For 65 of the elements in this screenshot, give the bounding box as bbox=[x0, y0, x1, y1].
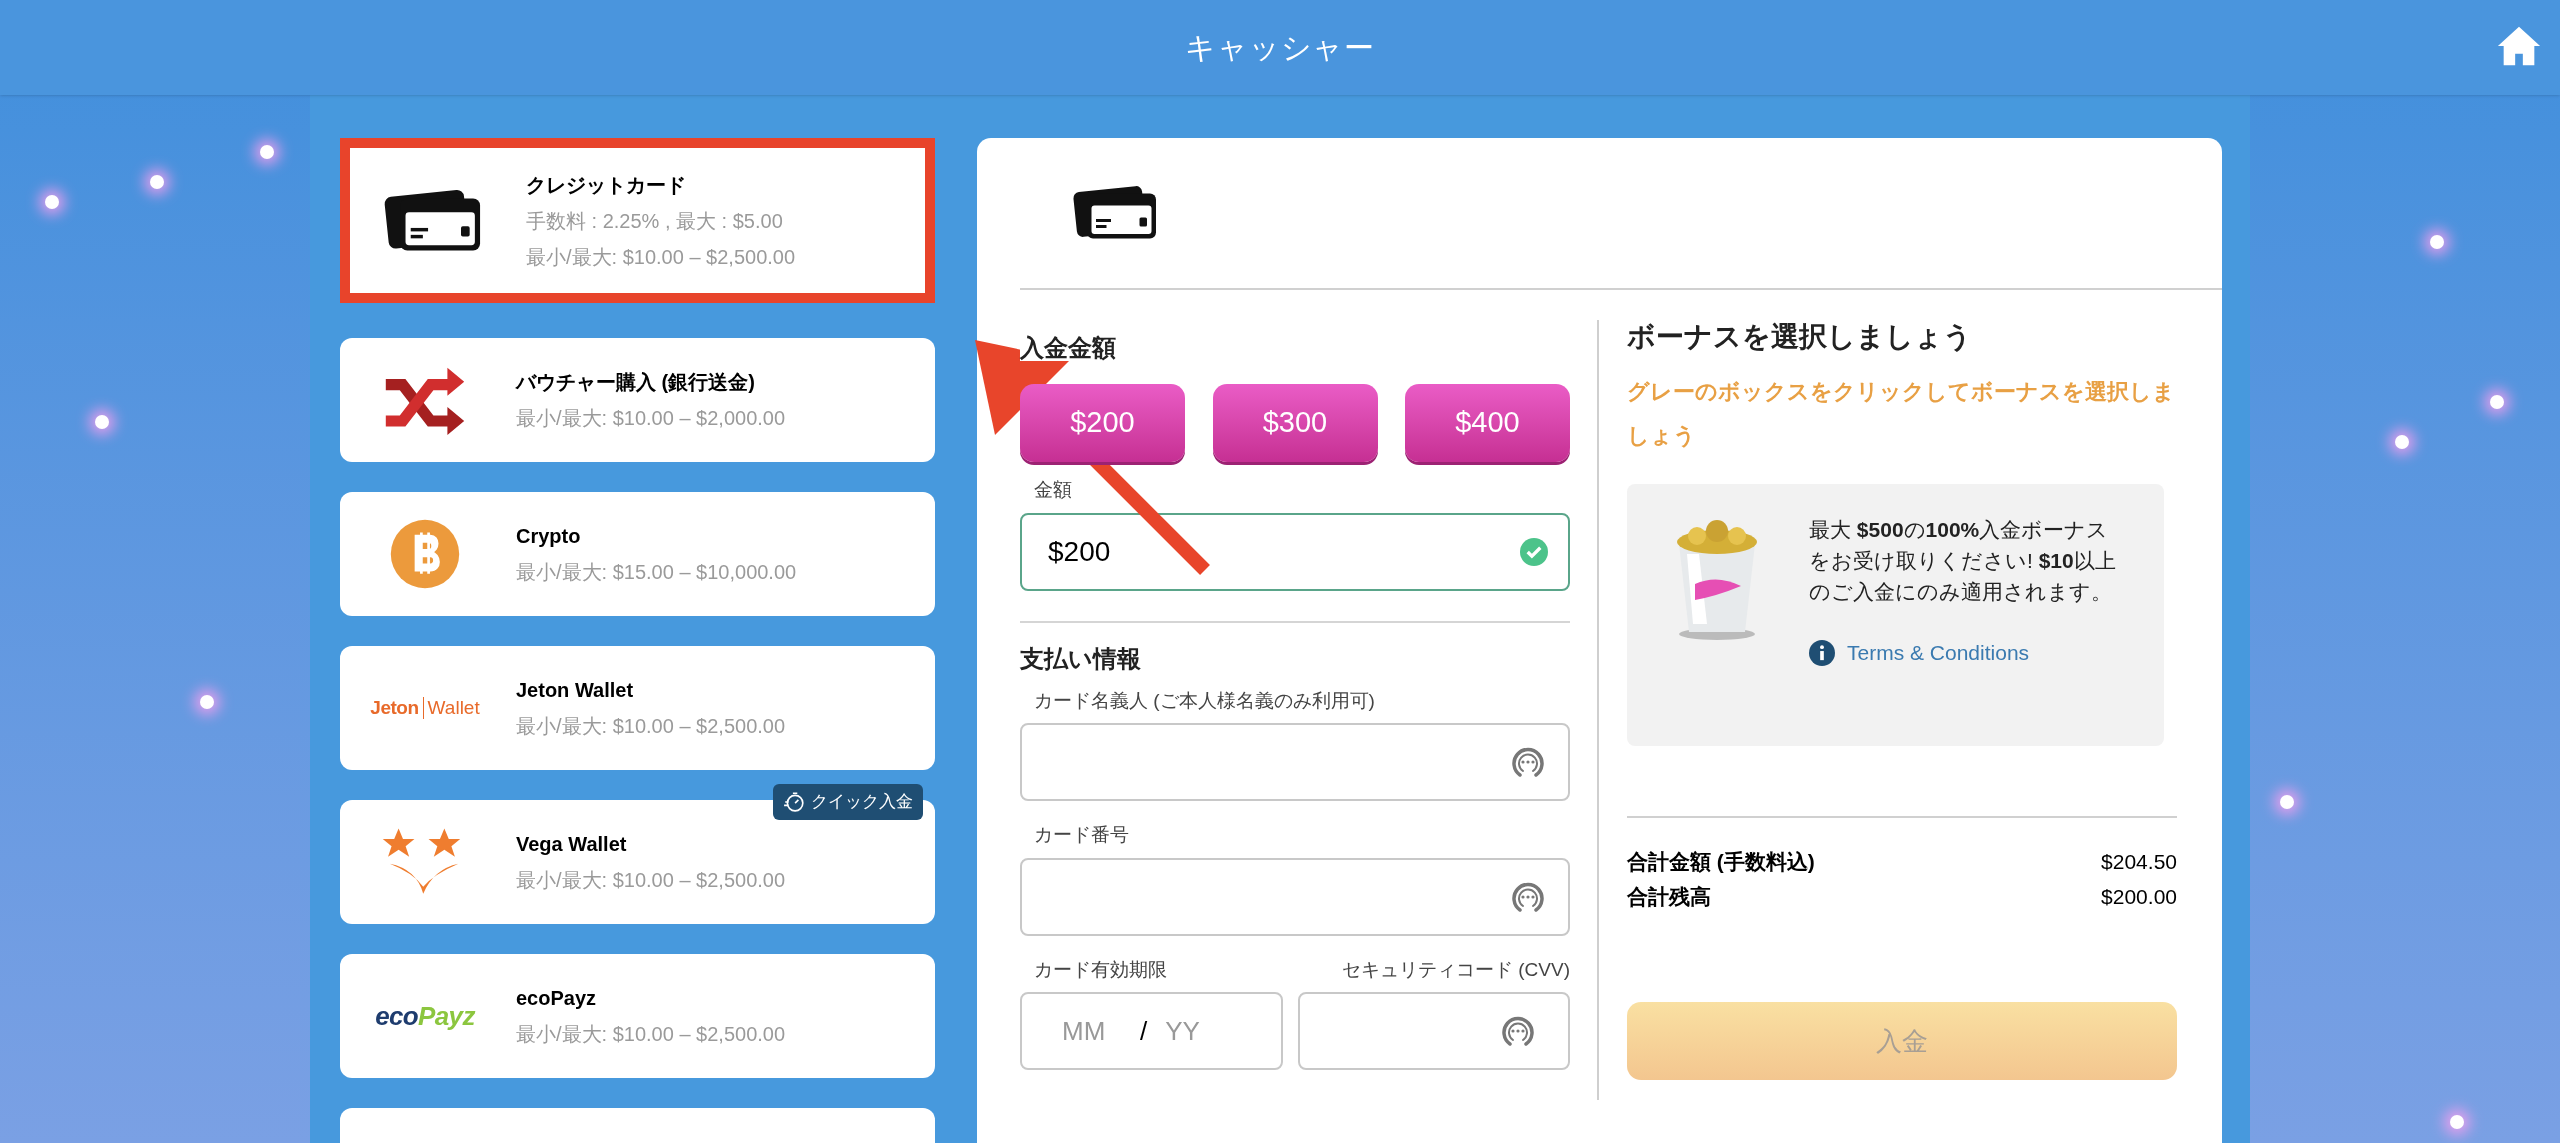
expiry-field[interactable]: MM / YY bbox=[1020, 992, 1283, 1070]
sparkle-icon bbox=[2450, 1115, 2464, 1129]
logo-text: eco bbox=[375, 999, 419, 1033]
sparkle-icon bbox=[95, 415, 109, 429]
method-limits: 最小/最大: $10.00 – $2,000.00 bbox=[516, 406, 786, 431]
cvv-field[interactable] bbox=[1298, 992, 1570, 1070]
method-limits: 最小/最大: $10.00 – $2,500.00 bbox=[516, 868, 786, 893]
method-limits: 最小/最大: $10.00 – $2,500.00 bbox=[526, 244, 796, 270]
total-value: $200.00 bbox=[2101, 884, 2177, 910]
logo-text: Jeton bbox=[370, 695, 419, 720]
payment-method-card[interactable]: Crypto 最小/最大: $15.00 – $10,000.00 bbox=[340, 492, 935, 616]
payment-method-card[interactable]: ecoPayz ecoPayz 最小/最大: $10.00 – $2,500.00 bbox=[340, 954, 935, 1078]
terms-link[interactable]: Terms & Conditions bbox=[1809, 637, 2124, 669]
sparkle-icon bbox=[200, 695, 214, 709]
info-icon bbox=[1809, 639, 1835, 666]
method-name: クレジットカード bbox=[526, 172, 687, 198]
field-label: セキュリティコード (CVV) bbox=[1341, 957, 1570, 982]
bonus-heading: ボーナスを選択しましょう bbox=[1627, 320, 1973, 354]
bitcoin-icon bbox=[389, 518, 461, 590]
text-input-field[interactable] bbox=[1020, 857, 1570, 936]
crossing-arrows-icon bbox=[383, 365, 467, 435]
method-limits: 最小/最大: $10.00 – $2,500.00 bbox=[516, 1022, 786, 1047]
home-icon[interactable] bbox=[2496, 24, 2542, 68]
sparkle-icon bbox=[2430, 235, 2444, 249]
method-name: Vega Wallet bbox=[516, 832, 628, 857]
page-title: キャッシャー bbox=[1185, 30, 1375, 66]
field-label: カード有効期限 bbox=[1034, 957, 1168, 982]
amount-preset-button[interactable]: $400 bbox=[1405, 384, 1570, 462]
logo-text: Wallet bbox=[427, 695, 480, 720]
bonus-hint: グレーのボックスをクリックしてボーナスを選択しましょう bbox=[1627, 378, 2176, 450]
total-label: 合計残高 bbox=[1627, 884, 1711, 910]
amount-field[interactable]: $200 bbox=[1020, 512, 1570, 591]
method-limits: 最小/最大: $10.00 – $2,500.00 bbox=[516, 714, 786, 739]
method-name: バウチャー購入 (銀行送金) bbox=[516, 370, 756, 395]
sparkle-icon bbox=[2280, 795, 2294, 809]
total-label: 合計金額 (手数料込) bbox=[1627, 849, 1815, 875]
method-limits: 手数料 : 2.25% , 最大 : $5.00 bbox=[526, 208, 784, 234]
amount-preset-button[interactable]: $200 bbox=[1020, 384, 1185, 462]
year-input[interactable]: YY bbox=[1165, 1011, 1226, 1051]
sparkle-icon bbox=[150, 175, 164, 189]
bonus-offer-card[interactable]: 最大 $500の100%入金ボーナスをお受け取りください! $10以上のご入金にのみ適用されます。 Terms & Conditions bbox=[1627, 484, 2164, 746]
payment-method-card[interactable]: Jeton Wallet Jeton Wallet 最小/最大: $10.00 – $2,500.00 bbox=[340, 646, 935, 770]
amount-preset-button[interactable]: $300 bbox=[1212, 384, 1378, 462]
date-separator: / bbox=[1140, 1014, 1148, 1048]
field-label: 金額 bbox=[1034, 478, 1073, 502]
field-label: カード名義人 (ご本人様名義のみ利用可) bbox=[1034, 688, 1376, 713]
sparkle-icon bbox=[260, 145, 274, 159]
payment-method-card[interactable]: クレジットカード 手数料 : 2.25% , 最大 : $5.00 最小/最大: $10.00 – $2,500.00 bbox=[340, 138, 935, 303]
sparkle-icon bbox=[2395, 435, 2409, 449]
method-name: ecoPayz bbox=[516, 986, 598, 1011]
method-limits: 最小/最大: $15.00 – $10,000.00 bbox=[516, 560, 797, 585]
section-heading: 支払い情報 bbox=[1020, 643, 1142, 674]
text-input-field[interactable] bbox=[1020, 723, 1570, 801]
sparkle-icon bbox=[2490, 395, 2504, 409]
total-value: $204.50 bbox=[2101, 849, 2177, 875]
month-input[interactable]: MM bbox=[1062, 1011, 1122, 1051]
logo-text: Payz bbox=[418, 999, 475, 1033]
bonus-description: 最大 $500の100%入金ボーナスをお受け取りください! $10以上のご入金にのみ適用されます。 bbox=[1809, 517, 2117, 605]
stopwatch-icon bbox=[783, 791, 805, 813]
sparkle-icon bbox=[45, 195, 59, 209]
payment-method-card[interactable]: バウチャー購入 (銀行送金) 最小/最大: $10.00 – $2,000.00 bbox=[340, 338, 935, 462]
method-name: Crypto bbox=[516, 524, 582, 549]
section-heading: 入金金額 bbox=[1020, 334, 1116, 361]
field-label: カード番号 bbox=[1034, 823, 1130, 847]
method-name: Jeton Wallet bbox=[516, 678, 635, 703]
